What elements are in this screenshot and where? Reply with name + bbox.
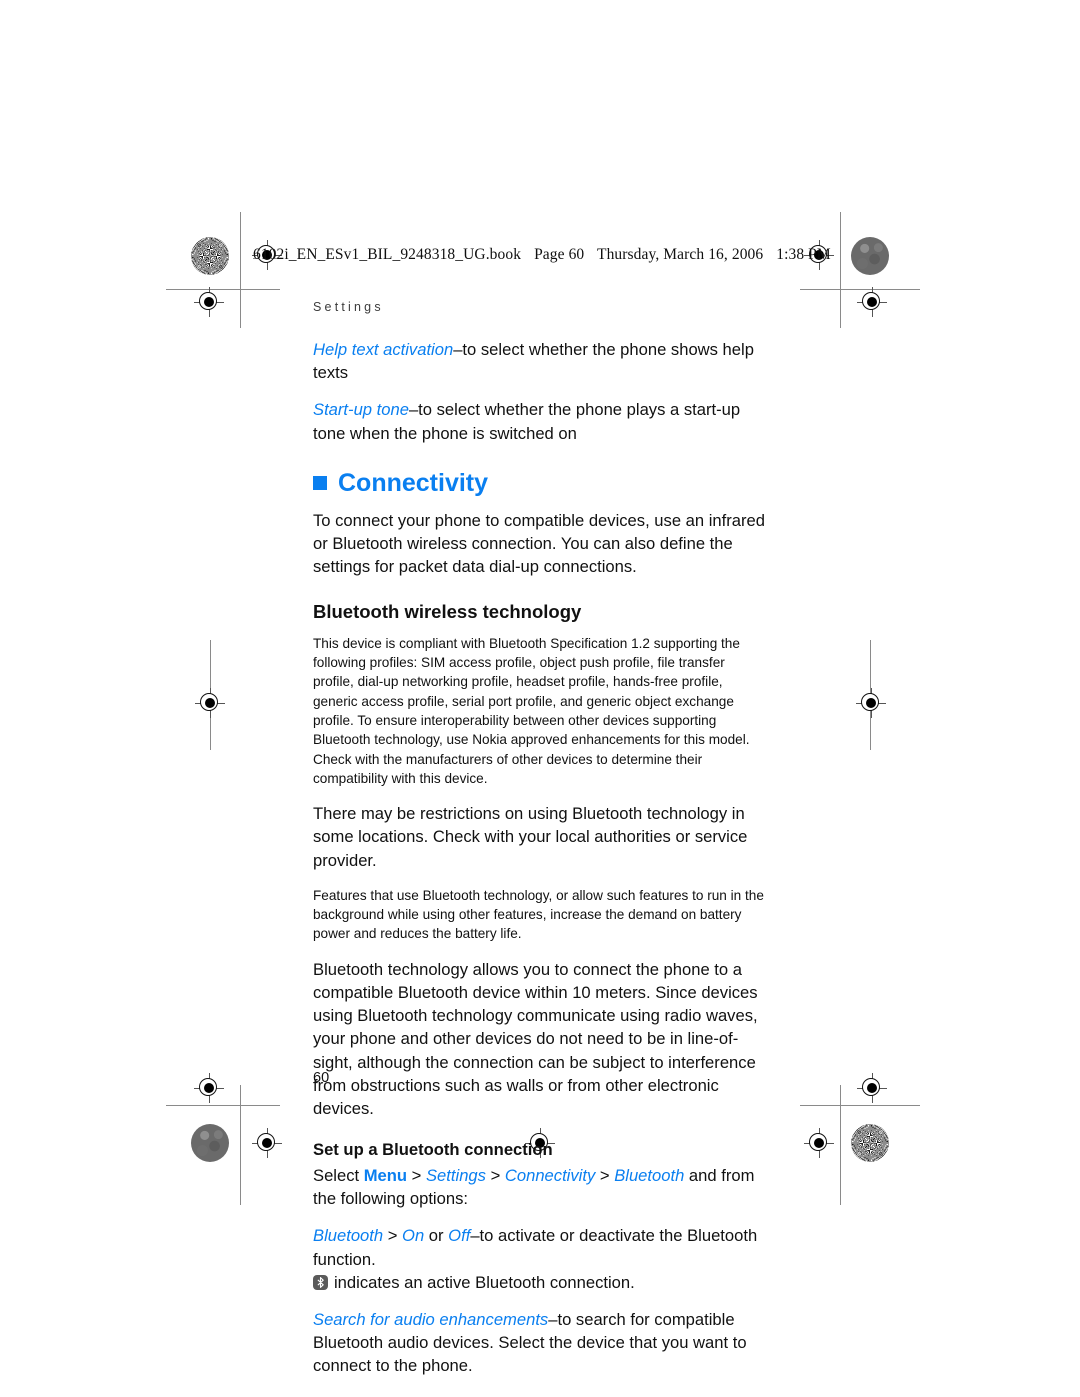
bluetooth-icon-note: indicates an active Bluetooth connection… [334,1272,635,1292]
trim-line-left [240,212,241,328]
bluetooth-wireless-technology-heading: Bluetooth wireless technology [313,600,582,622]
path-separator-2: > [485,1165,505,1185]
bluetooth-restrictions-paragraph: There may be restrictions on using Bluet… [313,804,748,870]
off-option-term: Off [448,1226,471,1246]
setup-select-path-paragraph: Select Menu > Settings > Connectivity > … [313,1164,765,1210]
registration-target-bottom-right [804,1128,834,1158]
bluetooth-icon [313,1274,328,1290]
trim-line-left-lower [240,1085,241,1205]
file-header-time: 1:38 PM [776,246,831,263]
registration-target-lower-left [194,1073,224,1103]
bluetooth-spec-paragraph: This device is compliant with Bluetooth … [313,635,750,786]
trim-line-bottom-left [166,1105,280,1106]
registration-target-lower-right [857,1073,887,1103]
square-bullet-icon [313,476,327,491]
select-prefix: Select [313,1165,364,1185]
search-audio-enhancements-term: Search for audio enhancements [313,1310,549,1329]
on-option-term: On [402,1226,425,1246]
registration-target-bottom-left [252,1128,282,1158]
content-column: Settings Help text activation–to select … [313,300,765,1392]
registration-mottle-top-right [851,237,889,275]
connectivity-intro-paragraph: To connect your phone to compatible devi… [313,510,765,577]
connectivity-heading-text: Connectivity [338,468,489,497]
registration-starburst-top-left [191,237,229,275]
bluetooth-battery-paragraph: Features that use Bluetooth technology, … [313,887,764,942]
startup-tone-option: Start-up tone–to select whether the phon… [313,398,765,444]
trim-line-bottom-right [800,1105,920,1106]
settings-path-item: Settings [425,1165,486,1185]
trim-line-right [840,212,841,328]
bluetooth-on-off-option: Bluetooth > On or Off–to activate or dea… [313,1224,765,1294]
file-header-book: 6102i_EN_ESv1_BIL_9248318_UG.book [253,246,522,263]
path-separator-3: > [595,1165,615,1185]
registration-mottle-bottom-left [191,1124,229,1162]
help-text-activation-option: Help text activation–to select whether t… [313,338,765,384]
bluetooth-range-paragraph: Bluetooth technology allows you to conne… [313,959,758,1118]
page-number: 60 [313,1070,330,1086]
registration-target-middle-left [195,688,225,718]
file-header: 6102i_EN_ESv1_BIL_9248318_UG.book Page 6… [253,246,831,264]
file-header-date: Thursday, March 16, 2006 [597,246,764,263]
search-audio-enhancements-option: Search for audio enhancements–to search … [313,1308,765,1378]
document-page: 6102i_EN_ESv1_BIL_9248318_UG.book Page 6… [0,0,1080,1397]
trim-line-right-lower [840,1085,841,1205]
registration-target-middle-right [856,688,886,718]
bluetooth-path-item: Bluetooth [614,1165,685,1185]
registration-target-upper-left [194,287,224,317]
file-header-page: Page 60 [534,246,585,263]
connectivity-heading: Connectivity [313,468,765,497]
path-separator-1: > [407,1165,426,1185]
startup-tone-term: Start-up tone [313,400,409,420]
path-separator-4: > [383,1226,403,1246]
or-connector: or [424,1226,449,1246]
registration-starburst-bottom-right [851,1124,889,1162]
help-text-activation-term: Help text activation [313,340,454,359]
connectivity-path-item: Connectivity [504,1165,596,1185]
menu-command: Menu [363,1165,408,1185]
registration-target-upper-right [857,287,887,317]
running-head: Settings [313,300,384,314]
setup-bluetooth-connection-heading: Set up a Bluetooth connection [313,1140,553,1160]
bluetooth-option-term: Bluetooth [313,1226,384,1246]
